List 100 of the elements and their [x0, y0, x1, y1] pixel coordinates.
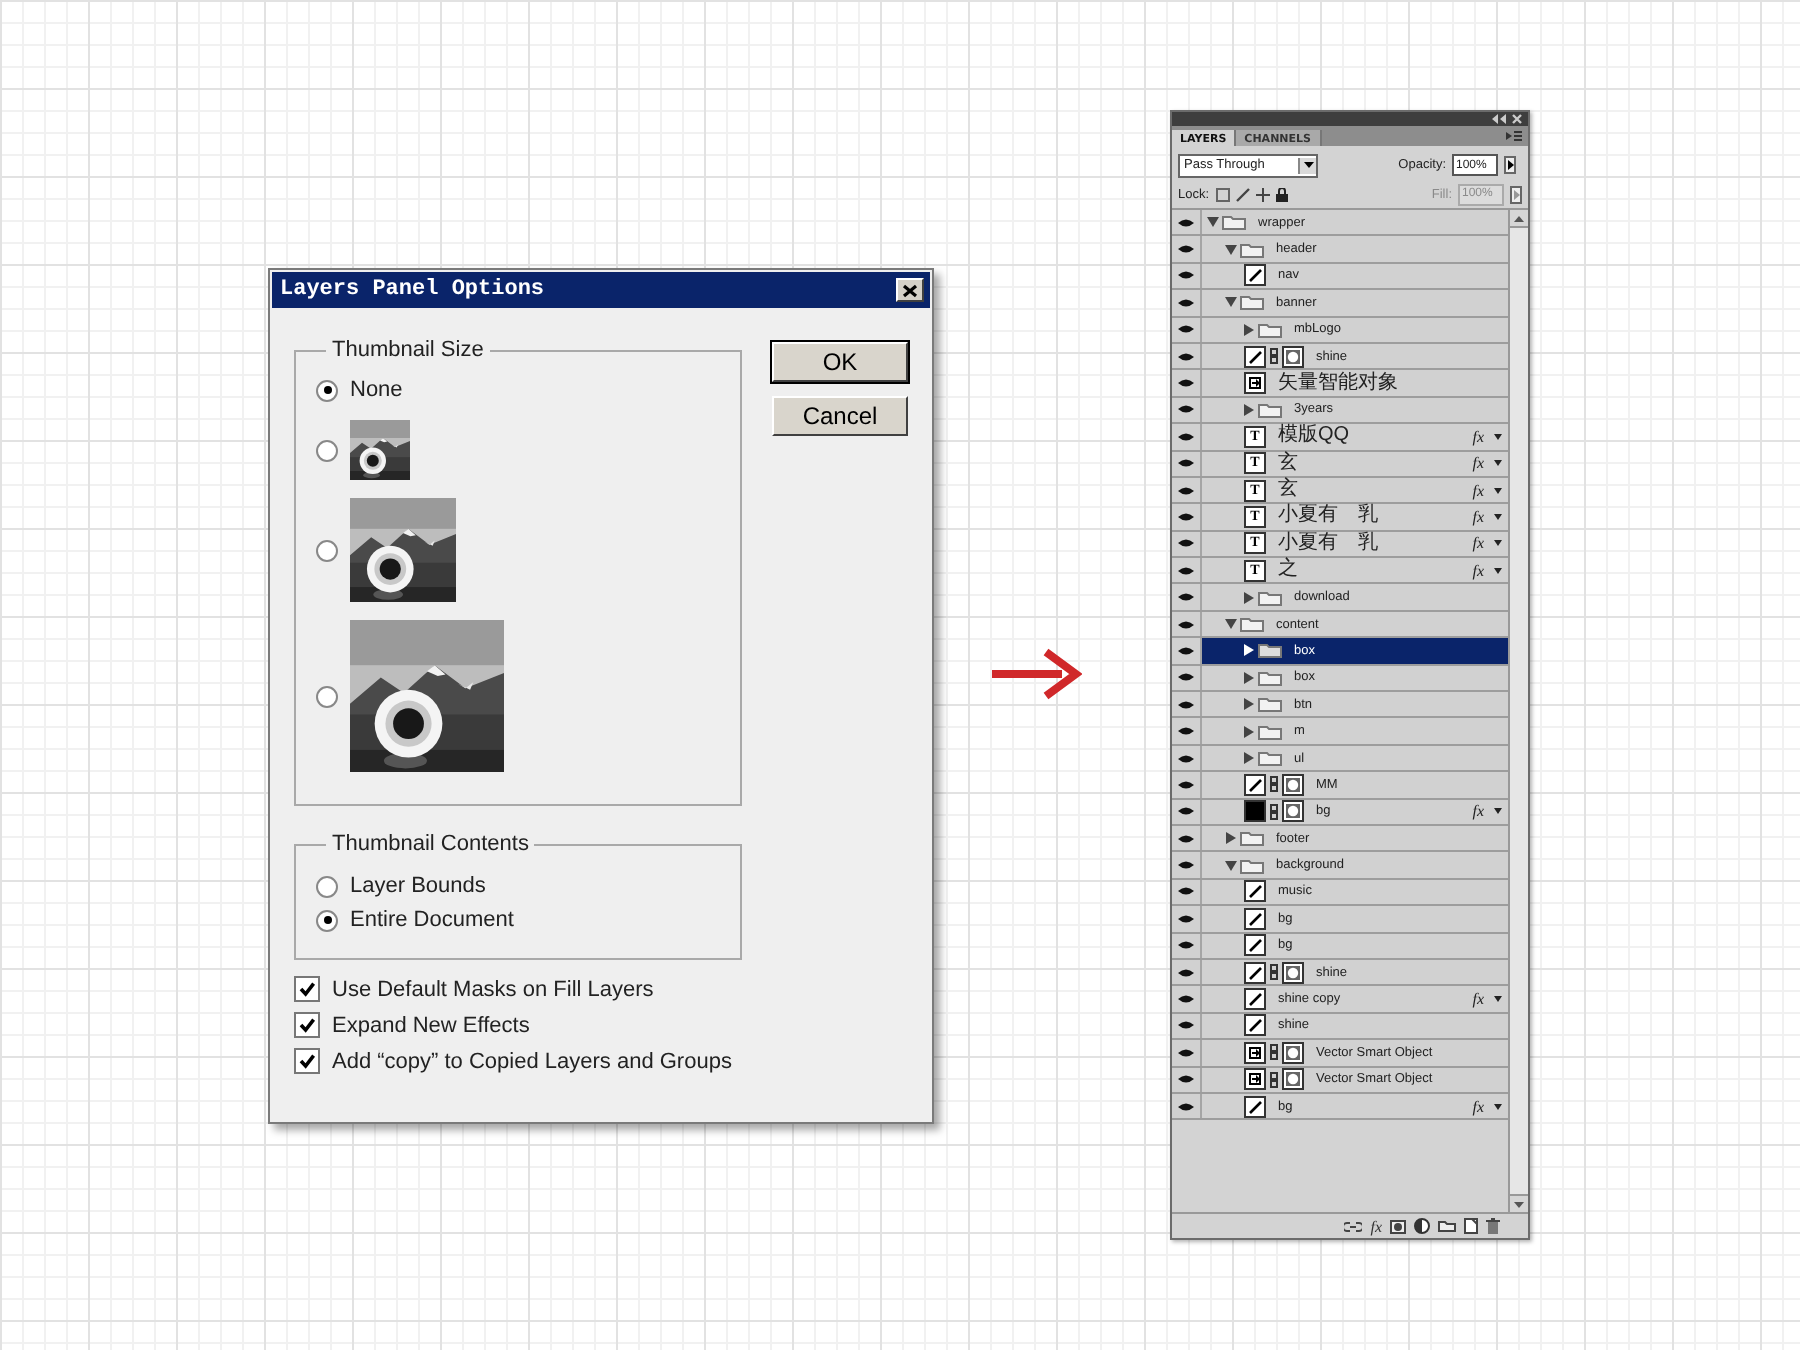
- disclosure-triangle[interactable]: [1225, 860, 1237, 871]
- layer-name: 模版QQ: [1278, 424, 1350, 449]
- layer-name: 小夏有 乳: [1278, 504, 1378, 529]
- chain-icon[interactable]: [1270, 803, 1278, 820]
- move-icon[interactable]: [1255, 187, 1270, 201]
- checkbox[interactable]: [294, 976, 320, 1002]
- brush-thumbnail-icon: [1244, 1014, 1266, 1037]
- radio-button[interactable]: [316, 439, 338, 461]
- mask-icon[interactable]: [1390, 1219, 1406, 1233]
- disclosure-triangle[interactable]: [1225, 619, 1237, 630]
- brush-thumbnail-icon: [1244, 907, 1266, 930]
- caret-icon[interactable]: [1494, 567, 1502, 574]
- scroll-up-button[interactable]: [1510, 210, 1528, 228]
- folder-icon[interactable]: [1438, 1220, 1456, 1232]
- effects-label: fx: [1472, 427, 1484, 446]
- option-label: Entire Document: [350, 908, 514, 932]
- close-icon: [902, 283, 918, 297]
- group-label: Thumbnail Size: [330, 338, 486, 362]
- caret-icon[interactable]: [1494, 996, 1502, 1003]
- caret-icon[interactable]: [1494, 1103, 1502, 1110]
- disclosure-triangle[interactable]: [1244, 752, 1254, 764]
- effects-label: fx: [1472, 802, 1484, 821]
- layer-name: 之: [1278, 558, 1298, 583]
- disclosure-triangle[interactable]: [1225, 244, 1237, 255]
- disclosure-triangle[interactable]: [1244, 591, 1254, 604]
- layer-row[interactable]: 矢量智能对象: [1172, 370, 1508, 398]
- checkbox[interactable]: [294, 1012, 320, 1038]
- layer-name: 玄: [1278, 451, 1298, 476]
- radio-button[interactable]: [316, 875, 338, 897]
- checkbox-label: Expand New Effects: [332, 1013, 530, 1037]
- add-style-button[interactable]: fx: [1370, 1217, 1382, 1235]
- group-label: Thumbnail Contents: [330, 832, 531, 856]
- option-label: Layer Bounds: [350, 874, 486, 898]
- disclosure-triangle[interactable]: [1244, 671, 1254, 684]
- disclosure-triangle[interactable]: [1244, 403, 1254, 416]
- cancel-button[interactable]: Cancel: [772, 396, 908, 436]
- brush-thumbnail-icon: [1244, 773, 1266, 796]
- radio-button[interactable]: [316, 685, 338, 707]
- chain-icon[interactable]: [1270, 1071, 1278, 1088]
- arrow-right-icon: [1507, 160, 1513, 170]
- close-icon[interactable]: [1512, 114, 1522, 124]
- stepper-button[interactable]: [1504, 156, 1516, 174]
- effects-label: fx: [1472, 454, 1484, 473]
- brush-thumbnail-icon: [1244, 880, 1266, 903]
- effects-label: fx: [1472, 507, 1484, 526]
- lock-transparency-icon[interactable]: [1215, 187, 1230, 201]
- ok-button[interactable]: OK: [772, 342, 908, 382]
- smart-object-thumbnail-icon: [1244, 372, 1266, 395]
- brush-thumbnail-icon: [1244, 1095, 1266, 1118]
- effects-label: fx: [1472, 990, 1484, 1009]
- effects-label: fx: [1472, 481, 1484, 500]
- radio-button[interactable]: [316, 379, 338, 401]
- arrow-up-icon: [1514, 215, 1524, 221]
- disclosure-triangle[interactable]: [1207, 217, 1219, 228]
- chain-icon[interactable]: [1270, 964, 1278, 981]
- checkbox-label: Add “copy” to Copied Layers and Groups: [332, 1049, 732, 1073]
- brush-thumbnail-icon: [1244, 264, 1266, 287]
- layer-name: 小夏有 乳: [1278, 531, 1378, 556]
- dropdown-arrow-icon: [1303, 162, 1313, 168]
- radio-button[interactable]: [316, 539, 338, 561]
- link-icon[interactable]: [1344, 1221, 1363, 1231]
- chain-icon[interactable]: [1270, 348, 1278, 365]
- option-label: None: [350, 378, 403, 402]
- arrow-icon: [992, 648, 1082, 700]
- disclosure-triangle[interactable]: [1226, 832, 1236, 845]
- disclosure-triangle[interactable]: [1225, 297, 1237, 308]
- lock-icon[interactable]: [1275, 187, 1288, 201]
- caret-icon[interactable]: [1494, 487, 1502, 494]
- caret-icon[interactable]: [1494, 513, 1502, 520]
- smart-object-thumbnail-icon: [1244, 1041, 1266, 1064]
- disclosure-triangle[interactable]: [1244, 323, 1254, 336]
- adjustment-icon[interactable]: [1414, 1218, 1430, 1234]
- effects-label: fx: [1472, 534, 1484, 553]
- disclosure-triangle[interactable]: [1244, 644, 1254, 657]
- brush-thumbnail-icon: [1244, 961, 1266, 984]
- brush-thumbnail-icon: [1244, 988, 1266, 1011]
- scrollbar[interactable]: [1508, 210, 1528, 1212]
- radio-button[interactable]: [316, 909, 338, 931]
- caret-icon[interactable]: [1494, 433, 1502, 440]
- caret-icon[interactable]: [1494, 540, 1502, 547]
- folder-icon: [1258, 723, 1282, 740]
- disclosure-triangle[interactable]: [1244, 698, 1254, 711]
- scroll-down-button[interactable]: [1510, 1194, 1528, 1212]
- folder-icon: [1258, 589, 1282, 606]
- brush-thumbnail-icon: [1244, 345, 1266, 368]
- caret-icon[interactable]: [1494, 460, 1502, 467]
- checkbox[interactable]: [294, 1048, 320, 1074]
- caret-icon[interactable]: [1494, 808, 1502, 815]
- folder-icon: [1240, 241, 1264, 258]
- effects-label: fx: [1472, 1097, 1484, 1116]
- disclosure-triangle[interactable]: [1244, 725, 1254, 738]
- layer-name: 矢量智能对象: [1278, 371, 1398, 396]
- chain-icon[interactable]: [1270, 1044, 1278, 1061]
- brush-icon[interactable]: [1235, 187, 1250, 201]
- trash-icon[interactable]: [1486, 1218, 1500, 1234]
- chain-icon[interactable]: [1270, 776, 1278, 793]
- folder-icon: [1258, 750, 1282, 766]
- close-button[interactable]: [896, 278, 924, 302]
- menu-icon[interactable]: [1506, 130, 1522, 142]
- new-layer-icon[interactable]: [1464, 1218, 1478, 1234]
